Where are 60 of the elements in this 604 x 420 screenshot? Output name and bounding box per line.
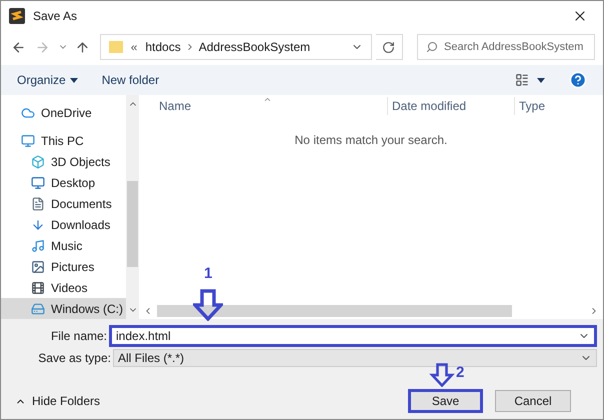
file-name-field[interactable]: index.html [109, 325, 597, 347]
search-icon [426, 41, 438, 53]
refresh-button[interactable] [376, 34, 404, 60]
caret-icon [70, 78, 78, 82]
annotation-number: 1 [204, 264, 212, 284]
refresh-icon [382, 40, 396, 54]
address-bar[interactable]: « htdocs AddressBookSystem [100, 34, 372, 60]
film-icon [31, 280, 45, 295]
scrollbar-thumb[interactable] [127, 181, 138, 267]
caret-icon [537, 78, 545, 82]
annotation-arrow [429, 363, 455, 387]
annotation-arrow [193, 289, 223, 321]
file-name-input[interactable]: index.html [112, 327, 578, 345]
hide-folders-button[interactable]: Hide Folders [15, 392, 100, 410]
view-options-button[interactable] [515, 73, 545, 87]
window-title: Save As [33, 8, 78, 25]
breadcrumb[interactable]: AddressBookSystem [198, 38, 310, 56]
cube-icon [31, 155, 45, 170]
scrollbar-thumb[interactable] [157, 305, 512, 317]
picture-icon [31, 260, 45, 274]
monitor-icon [21, 134, 35, 148]
search-input[interactable]: Search AddressBookSystem [444, 38, 594, 56]
sidebar-item[interactable]: Videos [1, 277, 126, 298]
search-field[interactable]: Search AddressBookSystem [417, 34, 596, 60]
sidebar-item[interactable]: Music [1, 235, 126, 256]
sidebar-item[interactable]: OneDrive [1, 103, 126, 124]
organize-button[interactable]: Organize [17, 71, 78, 89]
folder-icon [108, 40, 123, 54]
document-icon [31, 197, 45, 212]
file-name-label: File name: [50, 328, 108, 345]
annotation-number: 2 [456, 365, 464, 380]
app-icon [9, 8, 25, 24]
column-header[interactable]: Date modified [387, 97, 514, 115]
sidebar-item[interactable]: 3D Objects [1, 152, 126, 173]
cancel-button[interactable]: Cancel [495, 390, 571, 412]
download-icon [31, 218, 45, 232]
list-view-icon [515, 73, 529, 87]
sidebar-item[interactable]: This PC [1, 130, 126, 152]
help-icon[interactable] [569, 71, 587, 89]
cloud-icon [21, 106, 35, 120]
empty-message: No items match your search. [294, 132, 448, 149]
sort-indicator-icon [263, 95, 272, 104]
save-type-label: Save as type: [37, 350, 112, 367]
save-button[interactable]: Save [408, 389, 483, 413]
save-type-dropdown[interactable]: All Files (*.*) [113, 349, 597, 367]
drive-icon [31, 302, 45, 316]
column-header[interactable]: Name [159, 97, 387, 115]
sidebar-item[interactable]: Documents [1, 194, 126, 215]
sidebar-item[interactable]: Windows (C:) [1, 298, 126, 320]
forward-arrow-icon [35, 40, 50, 54]
column-header[interactable]: Type [514, 97, 546, 115]
breadcrumb[interactable]: htdocs [145, 38, 181, 56]
new-folder-button[interactable]: New folder [102, 71, 160, 89]
desktop-icon [31, 176, 45, 190]
breadcrumb-overflow[interactable]: « [130, 38, 138, 56]
sidebar-item[interactable]: Desktop [1, 172, 126, 194]
vertical-scrollbar[interactable] [126, 95, 139, 319]
sidebar-item[interactable]: Downloads [1, 214, 126, 236]
sidebar-item[interactable]: Pictures [1, 256, 126, 278]
music-icon [31, 238, 45, 253]
